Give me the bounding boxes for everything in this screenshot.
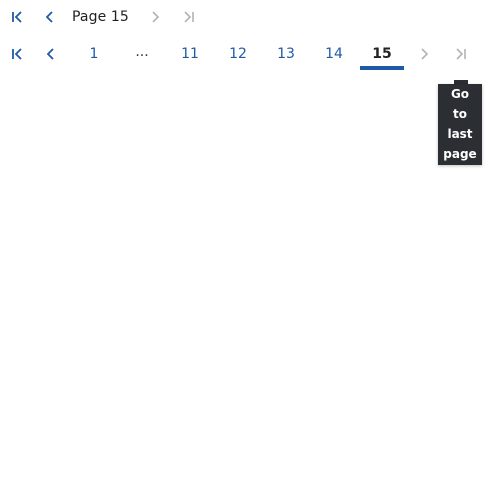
last-page-icon <box>451 44 471 64</box>
page-ellipsis: ... <box>135 44 149 60</box>
page-number-11[interactable]: 11 <box>166 42 214 66</box>
first-page-button[interactable] <box>2 44 32 64</box>
last-page-icon <box>179 7 199 27</box>
chevron-left-icon <box>40 7 60 27</box>
page-indicator: Page 15 <box>72 9 129 25</box>
numbered-pager: 1 ... 11 12 13 14 15 <box>0 42 478 70</box>
prev-page-button[interactable] <box>32 44 70 64</box>
last-page-button[interactable] <box>444 44 478 64</box>
first-page-icon <box>7 7 27 27</box>
page-number-current[interactable]: 15 <box>360 42 404 70</box>
last-page-tooltip: Go to last page <box>438 84 482 165</box>
page-number-14[interactable]: 14 <box>310 42 358 66</box>
next-page-button[interactable] <box>139 7 171 27</box>
first-page-icon <box>7 44 27 64</box>
compact-pager: Page 15 <box>0 6 207 28</box>
chevron-left-icon <box>41 44 61 64</box>
next-page-button[interactable] <box>404 44 444 64</box>
chevron-right-icon <box>414 44 434 64</box>
tooltip-line: last <box>447 127 473 141</box>
page-number-1[interactable]: 1 <box>70 42 118 66</box>
chevron-right-icon <box>145 7 165 27</box>
page-number-12[interactable]: 12 <box>214 42 262 66</box>
page-number-13[interactable]: 13 <box>262 42 310 66</box>
first-page-button[interactable] <box>2 7 32 27</box>
tooltip-line: Go <box>450 87 470 101</box>
tooltip-line: page <box>443 147 477 161</box>
prev-page-button[interactable] <box>32 7 68 27</box>
tooltip-line: to <box>453 107 467 121</box>
last-page-button[interactable] <box>171 7 207 27</box>
